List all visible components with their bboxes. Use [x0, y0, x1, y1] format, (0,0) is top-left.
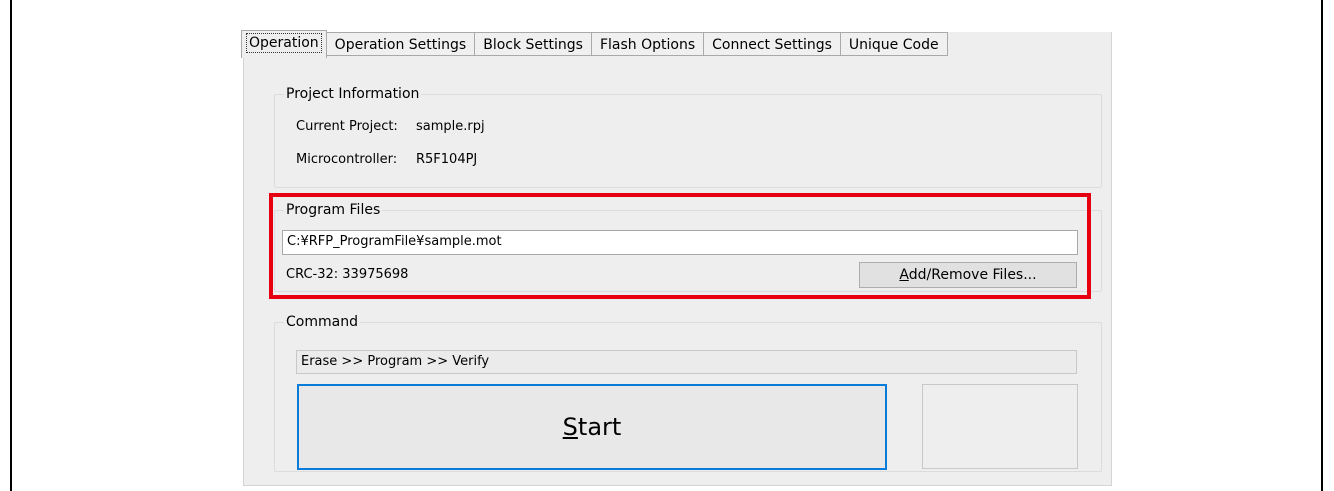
- command-sequence-field: Erase >> Program >> Verify: [296, 350, 1077, 374]
- status-indicator-box: [922, 384, 1078, 469]
- current-project-label: Current Project:: [296, 119, 398, 134]
- project-information-group: [274, 94, 1102, 188]
- tab-bar: Operation Operation Settings Block Setti…: [241, 30, 948, 59]
- start-button[interactable]: Start: [297, 384, 887, 470]
- current-project-value: sample.rpj: [416, 119, 485, 134]
- project-information-legend: Project Information: [284, 85, 422, 103]
- start-accel: S: [562, 413, 578, 441]
- tab-flash-options[interactable]: Flash Options: [591, 32, 705, 56]
- tab-operation[interactable]: Operation: [241, 30, 327, 58]
- tab-block-settings[interactable]: Block Settings: [475, 32, 592, 56]
- microcontroller-value: R5F104PJ: [416, 152, 478, 167]
- tab-operation-label: Operation: [246, 33, 322, 53]
- tab-connect-settings[interactable]: Connect Settings: [704, 32, 841, 56]
- program-files-highlight: [269, 193, 1091, 299]
- command-legend: Command: [284, 313, 360, 331]
- microcontroller-label: Microcontroller:: [296, 152, 398, 167]
- tab-unique-code[interactable]: Unique Code: [840, 32, 948, 56]
- start-label: tart: [577, 413, 622, 441]
- tab-operation-settings[interactable]: Operation Settings: [326, 32, 476, 56]
